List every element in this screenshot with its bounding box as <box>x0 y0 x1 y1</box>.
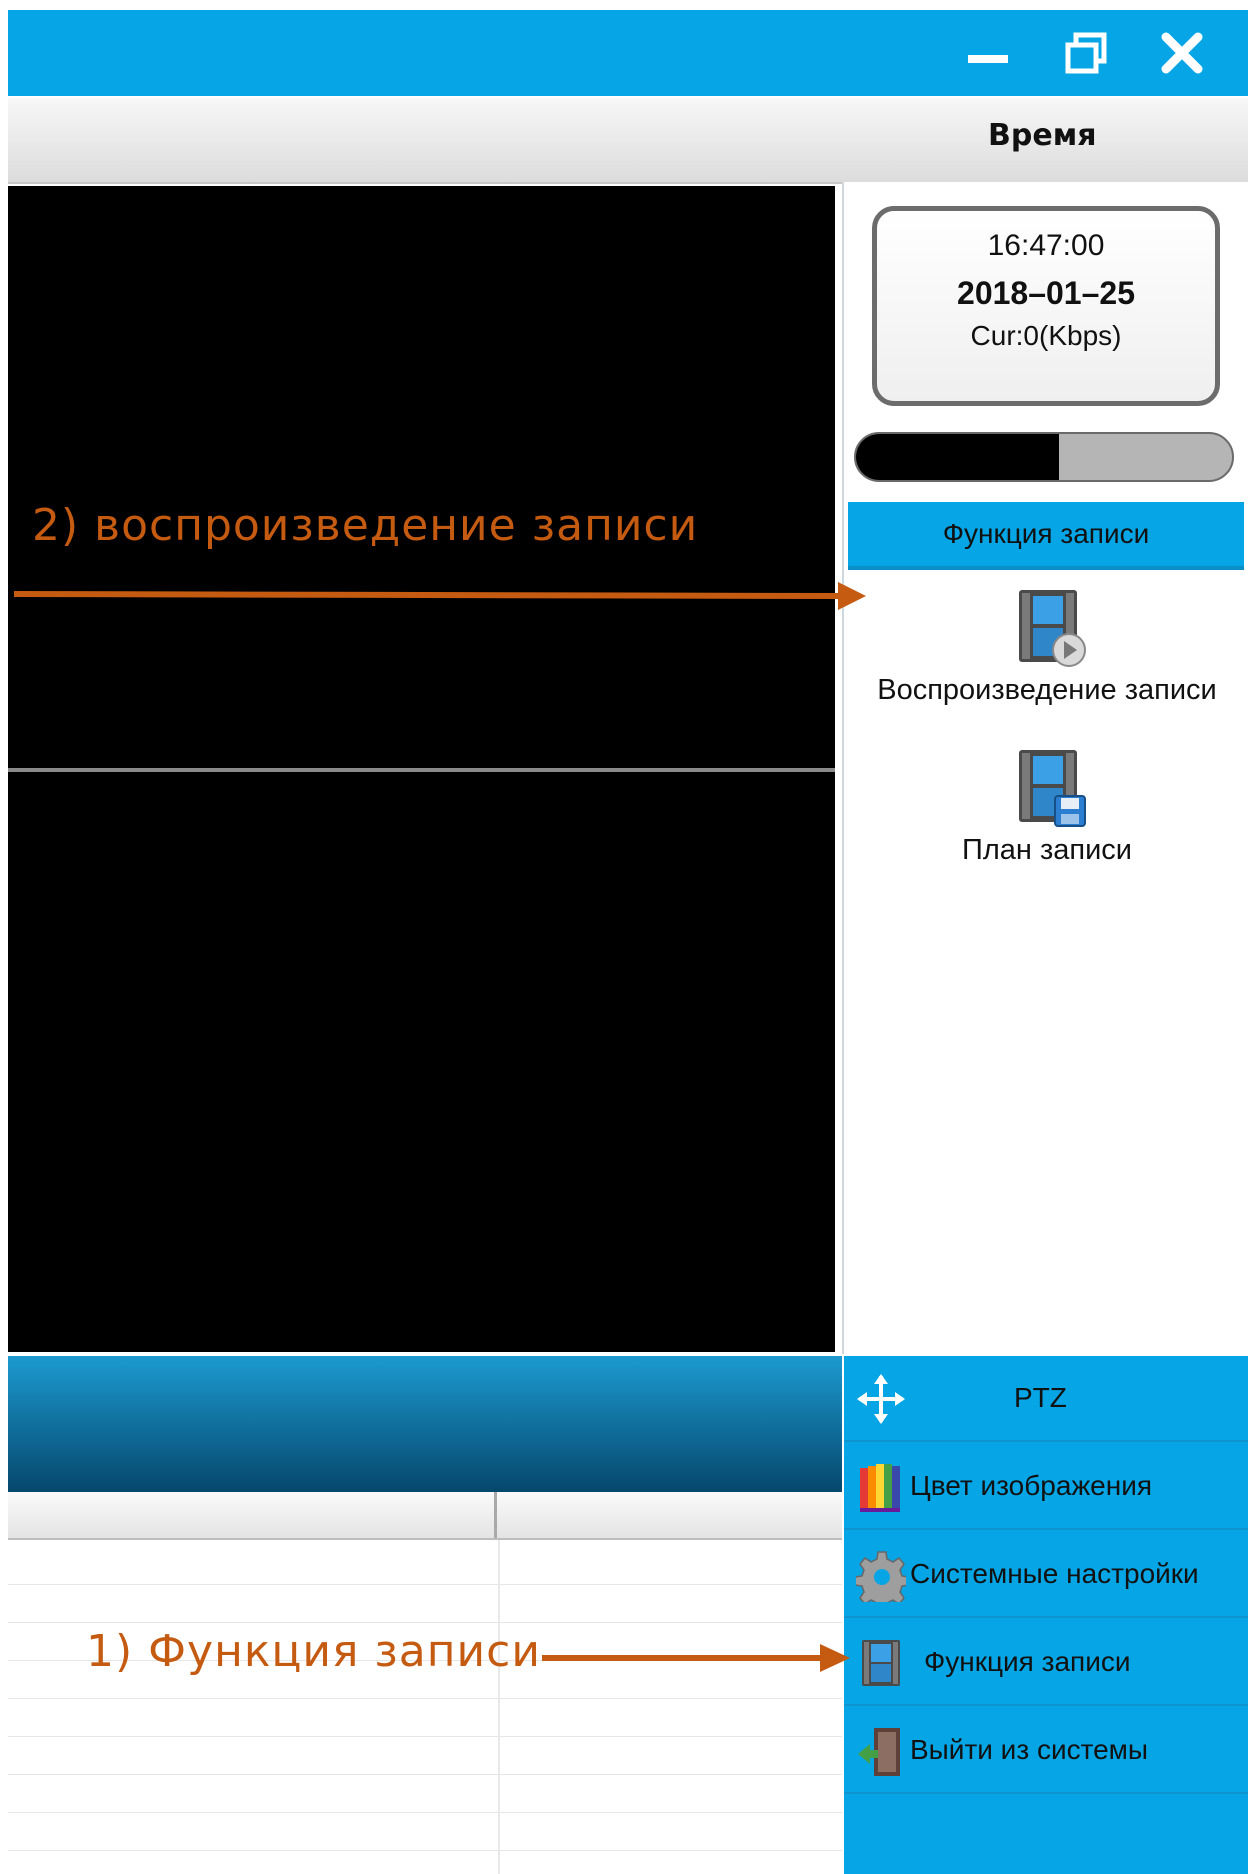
annotation-arrow-2 <box>13 582 866 610</box>
annotation-step-1: 1) Функция записи <box>86 1626 541 1677</box>
annotation-arrow-1 <box>542 1644 850 1672</box>
annotation-step-2: 2) воспроизведение записи <box>32 500 699 551</box>
annotation-arrows <box>13 582 866 1672</box>
